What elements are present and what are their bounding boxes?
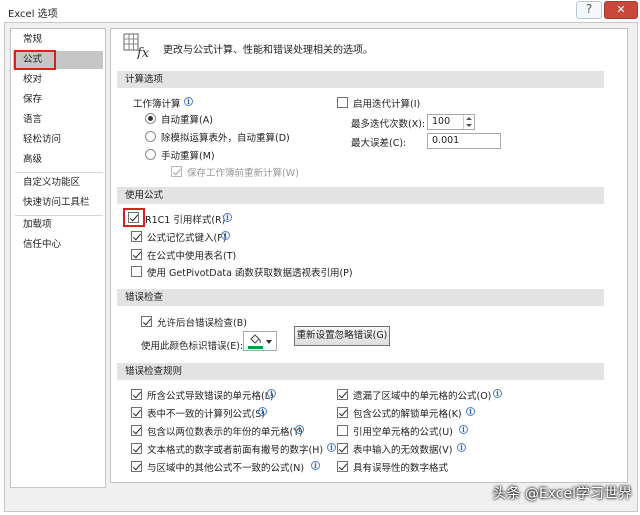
checkbox-table-names[interactable] [131,249,142,260]
page-description: 更改与公式计算、性能和错误处理相关的选项。 [163,45,373,56]
checkbox-rule-empty-cell-refs[interactable] [337,425,348,436]
manual-calc-label[interactable]: 手动重算(M) [161,148,215,162]
max-change-value: 0.001 [432,135,460,146]
section-calculation-options: 计算选项 [117,71,604,88]
formula-fx-icon: fx [123,33,150,59]
recalc-before-save-label[interactable]: 保存工作簿前重新计算(W) [187,165,299,179]
info-icon: i [327,443,336,452]
checkbox-enable-iterative[interactable] [337,97,348,108]
checkbox-rule-numbers-as-text[interactable] [131,443,142,454]
options-content: fx 更改与公式计算、性能和错误处理相关的选项。 计算选项 工作簿计算 i 自动… [110,28,628,483]
window-title: Excel 选项 [8,9,58,20]
max-iterations-label: 最多迭代次数(X): [351,119,426,130]
checkbox-rule-invalid-table-data[interactable] [337,443,348,454]
paint-bucket-icon [250,334,261,344]
table-names-label[interactable]: 在公式中使用表名(T) [147,248,236,262]
rule-label[interactable]: 具有误导性的数字格式 [353,460,448,474]
checkbox-background-error-checking[interactable] [141,316,152,327]
info-icon: i [184,97,193,106]
max-iterations-input[interactable]: 100 [427,114,475,130]
max-change-input[interactable]: 0.001 [427,133,501,149]
rule-label[interactable]: 包含公式的解锁单元格(K) [353,406,462,420]
spinner-icon[interactable] [463,115,474,129]
error-color-label: 使用此颜色标识错误(E): [141,341,244,352]
info-icon: i [457,443,466,452]
rule-label[interactable]: 遗漏了区域中的单元格的公式(O) [353,388,491,402]
enable-iterative-label[interactable]: 启用迭代计算(I) [353,96,420,110]
auto-except-tables-label[interactable]: 除模拟运算表外，自动重算(D) [161,130,290,144]
rule-label[interactable]: 表中不一致的计算列公式(S) [147,406,265,420]
max-iterations-value: 100 [432,116,451,127]
title-bar: Excel 选项 ? ✕ [0,0,640,22]
options-nav: 常规 公式 校对 保存 语言 轻松访问 高级 自定义功能区 快速访问工具栏 加载… [10,28,106,488]
rule-label[interactable]: 文本格式的数字或者前面有撇号的数字(H) [147,442,323,456]
nav-item-language[interactable]: 语言 [13,111,103,129]
info-icon: i [311,461,320,470]
nav-divider [15,172,103,173]
checkbox-rule-unlocked-cells[interactable] [337,407,348,418]
checkbox-recalc-before-save[interactable] [171,166,182,177]
section-working-with-formulas: 使用公式 [117,187,604,204]
nav-item-accessibility[interactable]: 轻松访问 [13,131,103,149]
section-error-checking: 错误检查 [117,289,604,306]
nav-item-trust-center[interactable]: 信任中心 [13,236,103,254]
info-icon: i [221,231,230,240]
nav-item-general[interactable]: 常规 [13,31,103,49]
info-icon: i [493,389,502,398]
rule-label[interactable]: 所含公式导致错误的单元格(L) [147,388,274,402]
nav-item-add-ins[interactable]: 加载项 [13,216,103,234]
close-button[interactable]: ✕ [604,1,638,19]
reset-ignored-errors-button[interactable]: 重新设置忽略错误(G) [294,326,390,346]
checkbox-rule-error-formulas[interactable] [131,389,142,400]
checkbox-getpivotdata[interactable] [131,266,142,277]
info-icon: i [258,407,267,416]
nav-item-proofing[interactable]: 校对 [13,71,103,89]
watermark: 头条 @Excel学习世界 [492,486,632,502]
info-icon: i [466,407,475,416]
highlight-box [14,50,56,70]
max-change-label: 最大误差(C): [351,138,407,149]
checkbox-rule-two-digit-years[interactable] [131,425,142,436]
info-icon: i [295,425,304,434]
section-error-checking-rules: 错误检查规则 [117,363,604,380]
checkbox-rule-omitted-cells[interactable] [337,389,348,400]
radio-auto-calc[interactable] [145,113,156,124]
checkbox-r1c1[interactable] [128,212,139,223]
error-color-picker[interactable] [243,331,277,351]
background-error-checking-label[interactable]: 允许后台错误检查(B) [157,315,247,329]
nav-item-customize-ribbon[interactable]: 自定义功能区 [13,174,103,192]
nav-item-save[interactable]: 保存 [13,91,103,109]
nav-item-quick-access-toolbar[interactable]: 快速访问工具栏 [13,194,103,212]
color-swatch [248,346,263,349]
formula-autocomplete-label[interactable]: 公式记忆式键入(F) [147,230,226,244]
checkbox-formula-autocomplete[interactable] [131,231,142,242]
svg-text:fx: fx [136,46,150,59]
info-icon: i [459,425,468,434]
r1c1-label[interactable]: R1C1 引用样式(R) [145,212,225,226]
radio-manual-calc[interactable] [145,149,156,160]
help-button[interactable]: ? [576,1,602,19]
checkbox-rule-inconsistent-column[interactable] [131,407,142,418]
checkbox-rule-inconsistent-formulas[interactable] [131,461,142,472]
radio-auto-except-tables[interactable] [145,131,156,142]
info-icon: i [267,389,276,398]
nav-item-advanced[interactable]: 高级 [13,151,103,169]
rule-label[interactable]: 表中输入的无效数据(V) [353,442,452,456]
dropdown-arrow-icon [266,340,272,344]
rule-label[interactable]: 引用空单元格的公式(U) [353,424,453,438]
info-icon: i [223,213,232,222]
getpivotdata-label[interactable]: 使用 GetPivotData 函数获取数据透视表引用(P) [147,265,353,279]
workbook-calc-label: 工作簿计算 [133,99,181,110]
auto-calc-label[interactable]: 自动重算(A) [161,112,213,126]
rule-label[interactable]: 与区域中的其他公式不一致的公式(N) [147,460,304,474]
rule-label[interactable]: 包含以两位数表示的年份的单元格(Y) [147,424,303,438]
checkbox-rule-misleading-format[interactable] [337,461,348,472]
